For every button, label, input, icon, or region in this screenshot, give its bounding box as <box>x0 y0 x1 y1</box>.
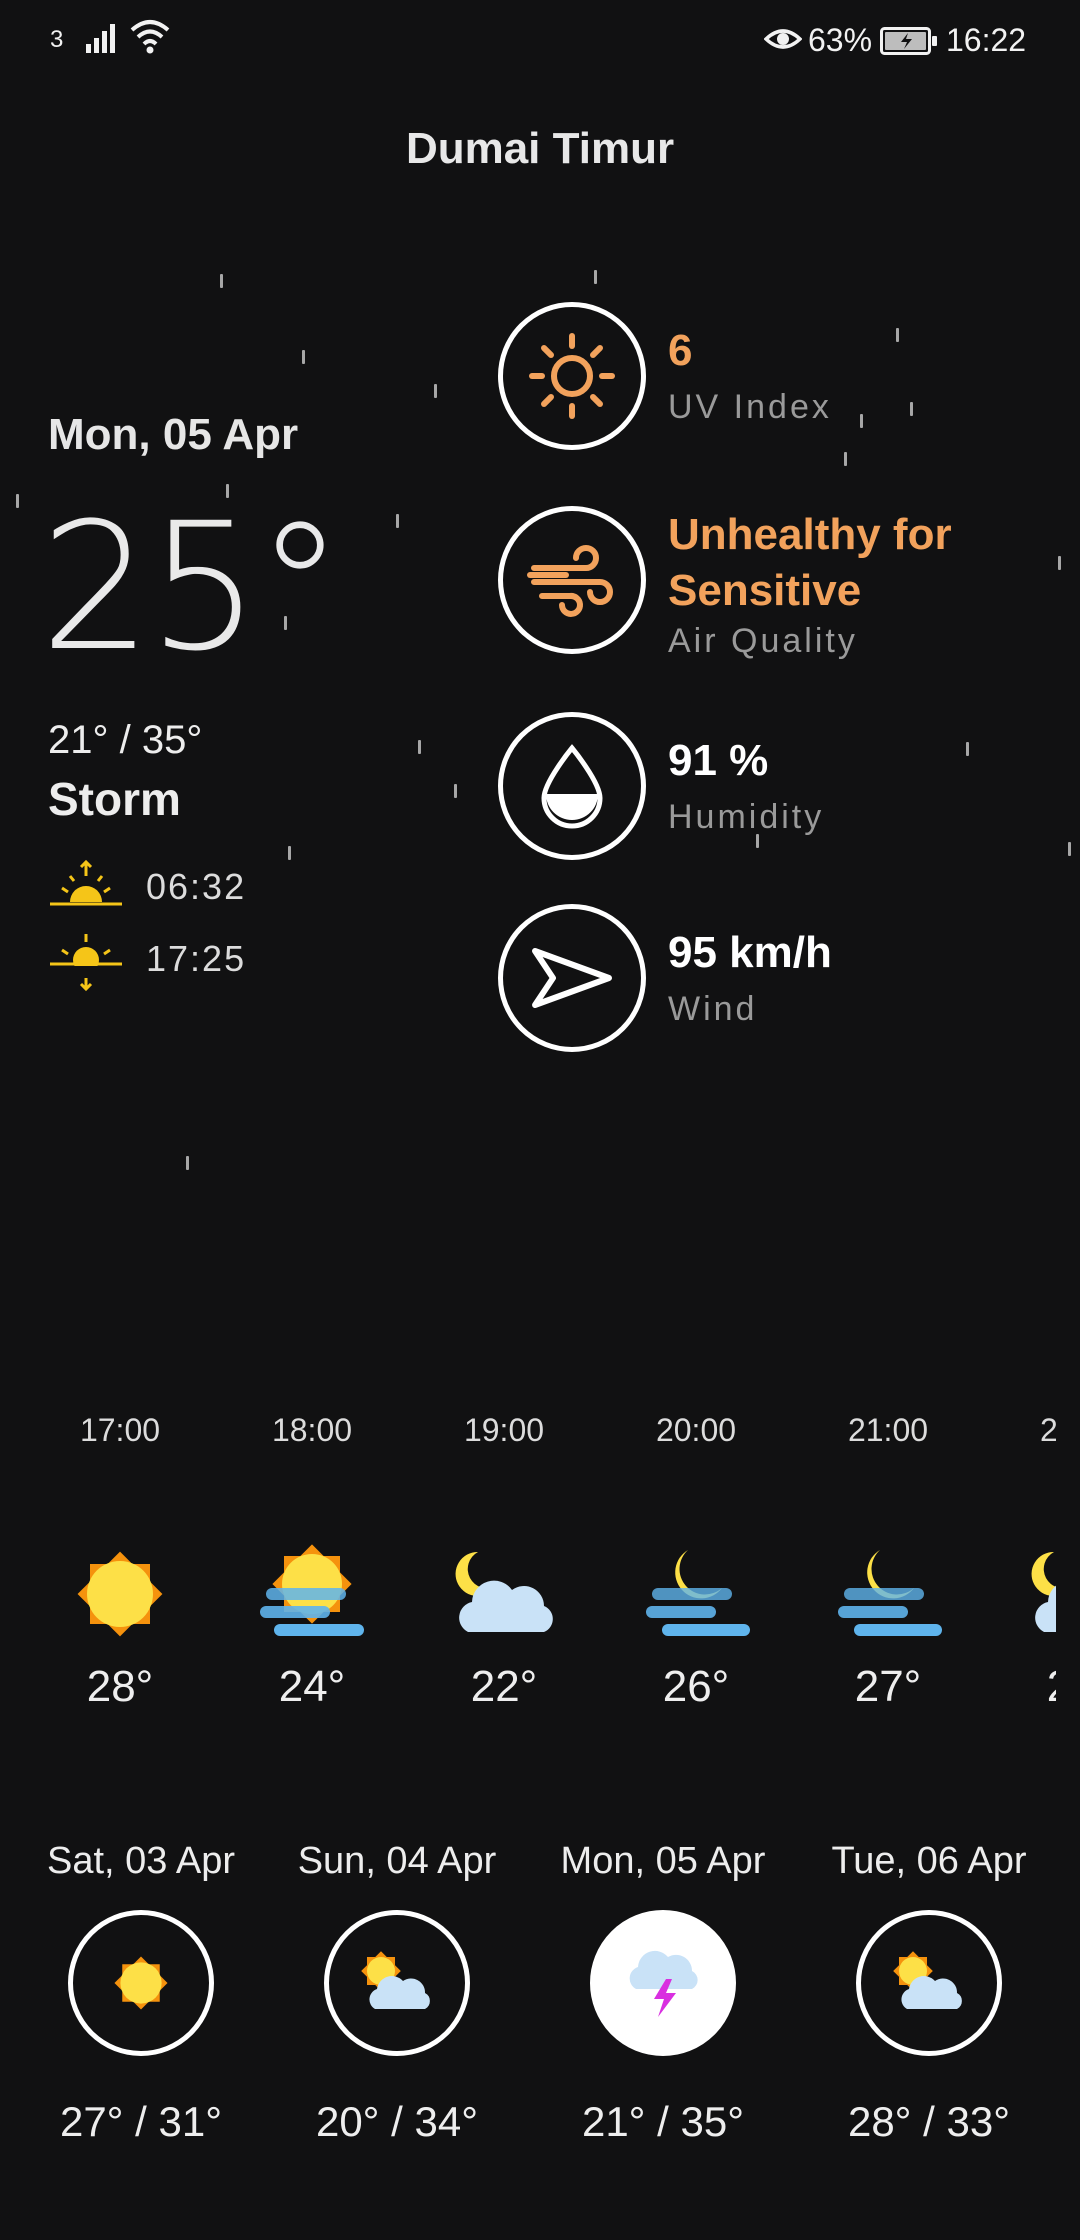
hourly-temp: 27° <box>984 1662 1056 1712</box>
wind-badge <box>498 904 646 1052</box>
wind-label: Wind <box>668 990 758 1028</box>
direction-arrow-icon <box>532 948 612 1008</box>
hourly-time: 17:00 <box>79 1412 161 1448</box>
carrier-label: 3 <box>50 26 64 53</box>
uv-index-label: UV Index <box>668 388 832 426</box>
daily-item[interactable]: Sun, 04 Apr 20° / 34° <box>264 1840 530 2146</box>
hourly-item: 18:00 24° <box>216 1412 408 1712</box>
sunset-icon <box>48 930 124 999</box>
sunset-time: 17:25 <box>146 938 247 979</box>
daily-icon-badge-selected <box>590 1910 736 2056</box>
moon-cloud-icon <box>455 1551 553 1632</box>
daily-icon-badge <box>68 1910 214 2056</box>
daily-temps: 28° / 33° <box>847 2098 1011 2145</box>
moon-haze-icon <box>646 1550 750 1636</box>
air-quality-badge <box>498 506 646 654</box>
hourly-item: 22:00 27° <box>984 1412 1056 1712</box>
air-quality-label: Air Quality <box>668 622 858 660</box>
daily-item[interactable]: Tue, 06 Apr 28° / 33° <box>796 1840 1062 2146</box>
daily-temps: 20° / 34° <box>315 2098 479 2145</box>
daily-icon-badge <box>856 1910 1002 2056</box>
daily-date: Sat, 03 Apr <box>46 1840 235 1882</box>
air-quality-card: Unhealthy for Sensitive Air Quality <box>498 506 1058 660</box>
location-title[interactable]: Dumai Timur <box>0 124 1080 174</box>
daily-icon-badge <box>324 1910 470 2056</box>
sun-outline-icon <box>529 333 615 419</box>
sun-icon <box>77 1551 163 1637</box>
status-bar: 3 63% 16:22 <box>0 0 1080 80</box>
uv-index-card: 6 UV Index <box>498 302 1058 452</box>
wind-value: 95 km/h <box>668 928 832 977</box>
eye-comfort-icon <box>763 24 803 61</box>
hourly-item: 17:00 28° <box>24 1412 216 1712</box>
wind-icon <box>527 545 613 617</box>
sunrise-time: 06:32 <box>146 866 247 907</box>
today-date: Mon, 05 Apr <box>48 410 299 459</box>
thunderstorm-icon <box>629 1950 698 2017</box>
hourly-time: 21:00 <box>847 1412 929 1448</box>
hourly-temp: 24° <box>278 1662 346 1711</box>
current-temperature: 25° <box>40 485 344 690</box>
sun-icon <box>114 1956 168 2010</box>
partly-cloudy-icon <box>361 1951 430 2009</box>
battery-percent: 63% <box>808 22 873 58</box>
clock: 16:22 <box>946 22 1027 58</box>
moon-haze-icon <box>838 1550 942 1636</box>
daily-date: Tue, 06 Apr <box>831 1840 1027 1882</box>
daily-item[interactable]: Mon, 05 Apr 21° / 35° <box>530 1840 796 2146</box>
air-quality-value-line2: Sensitive <box>668 566 862 615</box>
droplet-icon <box>541 744 603 829</box>
hourly-temp: 22° <box>470 1662 538 1711</box>
hourly-temp: 27° <box>854 1662 922 1711</box>
humidity-card: 91 % Humidity <box>498 712 1058 862</box>
wind-card: 95 km/h Wind <box>498 904 1058 1054</box>
hourly-item: 21:00 27° <box>792 1412 984 1712</box>
humidity-value: 91 % <box>668 736 769 785</box>
daily-temps: 21° / 35° <box>581 2098 745 2145</box>
hourly-temp: 26° <box>662 1662 730 1711</box>
daily-temps: 27° / 31° <box>59 2098 223 2145</box>
uv-index-badge <box>498 302 646 450</box>
daily-item[interactable]: Sat, 03 Apr 27° / 31° <box>8 1840 274 2146</box>
hourly-temp: 28° <box>86 1662 154 1711</box>
hourly-time: 19:00 <box>463 1412 545 1448</box>
hourly-time: 20:00 <box>655 1412 737 1448</box>
humidity-label: Humidity <box>668 798 825 836</box>
daily-date: Sun, 04 Apr <box>297 1840 497 1882</box>
hourly-time: 22:00 <box>1039 1412 1056 1448</box>
moon-cloud-icon <box>1031 1551 1056 1632</box>
uv-index-value: 6 <box>668 326 693 375</box>
wifi-icon <box>128 18 172 64</box>
battery-charging-icon <box>880 26 938 63</box>
hourly-item: 19:00 22° <box>408 1412 600 1712</box>
signal-icon <box>86 20 122 62</box>
sun-haze-icon <box>260 1544 364 1636</box>
partly-cloudy-icon <box>893 1951 962 2009</box>
daily-date: Mon, 05 Apr <box>560 1840 766 1882</box>
hourly-item: 20:00 26° <box>600 1412 792 1712</box>
hourly-time: 18:00 <box>271 1412 353 1448</box>
air-quality-value-line1: Unhealthy for <box>668 510 952 559</box>
today-temp-range: 21° / 35° <box>48 718 203 762</box>
humidity-badge <box>498 712 646 860</box>
weather-condition: Storm <box>48 773 181 825</box>
sunrise-icon <box>48 858 124 915</box>
